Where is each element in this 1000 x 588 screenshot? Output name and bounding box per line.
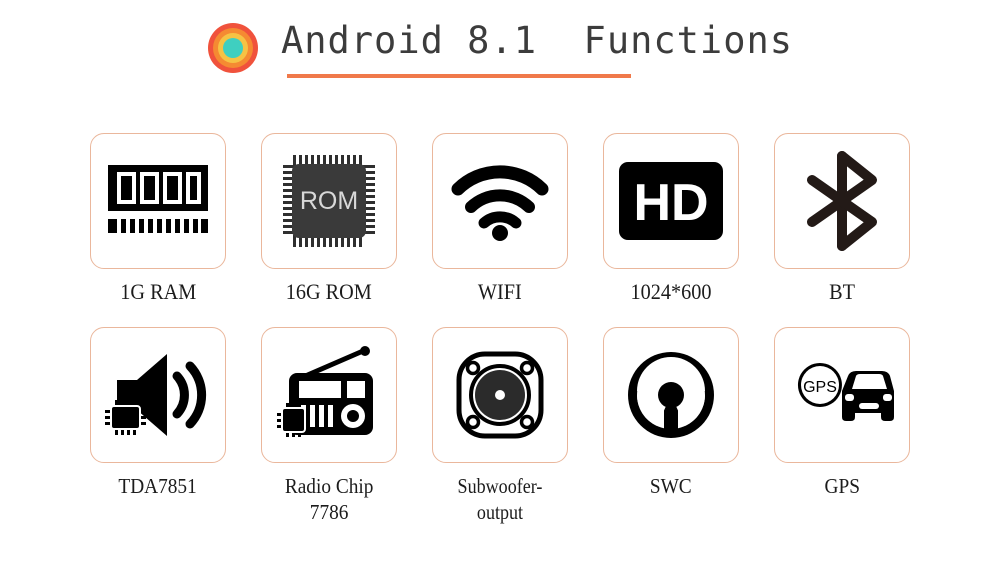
rom-chip-text: ROM <box>300 187 358 215</box>
feature-row-1: 1G RAM ROM 16G ROM WIFI HD 1024*600 BT <box>90 133 945 305</box>
feature-label: BT <box>829 279 855 304</box>
subwoofer-speaker-icon <box>454 349 546 441</box>
feature-card <box>90 327 226 463</box>
feature-item-gps: GPS GPS <box>774 327 910 525</box>
bluetooth-icon <box>796 150 888 252</box>
page-header: Android 8.1 Functions <box>0 18 1000 98</box>
feature-label: 1024*600 <box>630 279 712 304</box>
feature-label: Subwoofer-output <box>457 474 543 524</box>
feature-item-subwoofer: Subwoofer-output <box>432 327 568 525</box>
title-wrap: Android 8.1 Functions <box>281 18 793 78</box>
feature-label: TDA7851 <box>118 474 198 498</box>
feature-label: WIFI <box>478 279 522 304</box>
header-inner: Android 8.1 Functions <box>207 18 793 78</box>
feature-card: HD <box>603 133 739 269</box>
gps-pin-text: GPS <box>803 379 837 396</box>
feature-item-rom: ROM 16G ROM <box>261 133 397 305</box>
feature-item-radio: Radio Chip 7786 <box>261 327 397 525</box>
feature-grid: 1G RAM ROM 16G ROM WIFI HD 1024*600 BT T… <box>90 133 945 525</box>
feature-item-amplifier: TDA7851 <box>90 327 226 525</box>
feature-row-2: TDA7851 Radio Chip 7786 Subwoofer-output… <box>90 327 945 525</box>
feature-label: Radio Chip 7786 <box>284 474 374 524</box>
gps-car-pin-icon: GPS <box>790 361 894 429</box>
amplifier-speaker-chip-icon <box>105 348 211 442</box>
title-underline-rule <box>286 74 631 78</box>
hd-screen-icon: HD <box>619 162 723 240</box>
feature-card: ROM <box>261 133 397 269</box>
concentric-circles-logo-icon <box>207 22 259 74</box>
ram-module-icon <box>106 163 210 239</box>
rom-chip-icon: ROM <box>277 149 381 253</box>
feature-card <box>261 327 397 463</box>
feature-card: GPS <box>774 327 910 463</box>
feature-item-swc: SWC <box>603 327 739 525</box>
feature-item-ram: 1G RAM <box>90 133 226 305</box>
feature-label: GPS <box>824 474 860 498</box>
steering-wheel-icon <box>623 347 719 443</box>
feature-label: 1G RAM <box>120 279 196 304</box>
feature-label: SWC <box>650 474 692 498</box>
feature-card <box>603 327 739 463</box>
feature-item-resolution: HD 1024*600 <box>603 133 739 305</box>
feature-label: 16G ROM <box>285 279 373 304</box>
feature-card <box>432 327 568 463</box>
feature-card <box>774 133 910 269</box>
feature-card <box>432 133 568 269</box>
feature-item-bluetooth: BT <box>774 133 910 305</box>
feature-item-wifi: WIFI <box>432 133 568 305</box>
radio-chip-icon <box>277 345 381 445</box>
wifi-icon <box>450 159 550 243</box>
android-functions-infographic: Android 8.1 Functions 1G RAM ROM 16G ROM… <box>0 0 1000 588</box>
feature-card <box>90 133 226 269</box>
hd-label-text: HD <box>633 174 708 232</box>
page-title: Android 8.1 Functions <box>280 19 794 62</box>
